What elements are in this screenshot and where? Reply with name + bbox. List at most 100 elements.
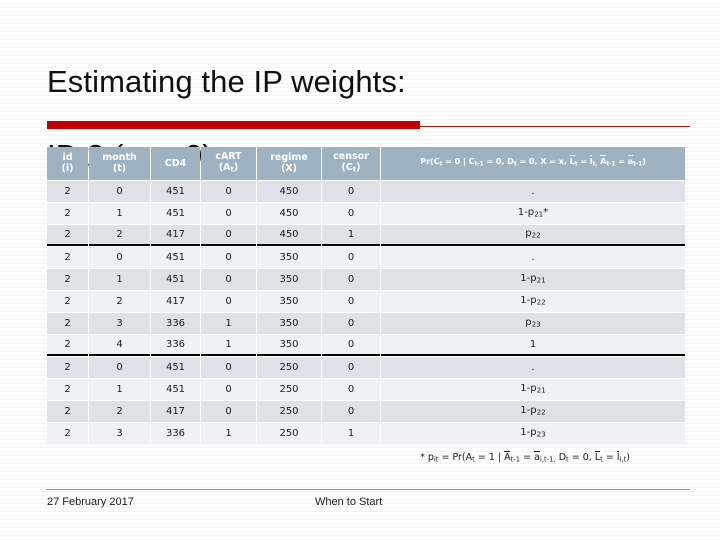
column-header-regime: regime (X) bbox=[257, 147, 321, 180]
cell-id: 2 bbox=[47, 268, 88, 290]
cell-censor: 0 bbox=[322, 378, 380, 400]
cell-censor: 0 bbox=[322, 202, 380, 224]
cell-censor: 0 bbox=[322, 356, 380, 378]
cell-censoring-probability: 1-p22 bbox=[381, 400, 685, 422]
cell-month: 4 bbox=[89, 334, 150, 356]
cell-cart: 0 bbox=[201, 224, 256, 246]
cell-id: 2 bbox=[47, 334, 88, 356]
table-row: 2 4 336 1 350 0 1 bbox=[47, 334, 685, 356]
cell-cd4: 451 bbox=[151, 246, 200, 268]
cell-censor: 1 bbox=[322, 224, 380, 246]
cell-cart: 0 bbox=[201, 246, 256, 268]
cell-cart: 0 bbox=[201, 400, 256, 422]
table-row: 2 2 417 0 350 0 1-p22 bbox=[47, 290, 685, 312]
table-row: 2 1 451 0 250 0 1-p21 bbox=[47, 378, 685, 400]
table-row: 2 1 451 0 350 0 1-p21 bbox=[47, 268, 685, 290]
cell-censor: 0 bbox=[322, 400, 380, 422]
cell-censoring-probability: 1-p21* bbox=[381, 202, 685, 224]
cell-month: 3 bbox=[89, 422, 150, 444]
cell-cd4: 451 bbox=[151, 378, 200, 400]
cell-id: 2 bbox=[47, 312, 88, 334]
cell-cd4: 451 bbox=[151, 268, 200, 290]
cell-cd4: 451 bbox=[151, 202, 200, 224]
cell-cart: 0 bbox=[201, 356, 256, 378]
cell-censor: 0 bbox=[322, 268, 380, 290]
cell-cd4: 417 bbox=[151, 224, 200, 246]
cell-id: 2 bbox=[47, 202, 88, 224]
cell-month: 1 bbox=[89, 378, 150, 400]
cell-cart: 0 bbox=[201, 378, 256, 400]
cell-regime: 450 bbox=[257, 224, 321, 246]
title-underline-accent bbox=[47, 121, 420, 129]
cell-regime: 450 bbox=[257, 180, 321, 202]
table-row: 2 1 451 0 450 0 1-p21* bbox=[47, 202, 685, 224]
table-row: 2 2 417 0 450 1 p22 bbox=[47, 224, 685, 246]
footnote: * pit = Pr(At = 1 | At-1 = ai,t-1, Dt = … bbox=[420, 451, 630, 464]
table-row: 2 0 451 0 450 0. bbox=[47, 180, 685, 202]
title-line-1: Estimating the IP weights: bbox=[47, 64, 406, 99]
cell-regime: 250 bbox=[257, 356, 321, 378]
cell-regime: 250 bbox=[257, 378, 321, 400]
cell-regime: 350 bbox=[257, 312, 321, 334]
cell-censoring-probability: 1 bbox=[381, 334, 685, 356]
cell-cd4: 417 bbox=[151, 290, 200, 312]
cell-censor: 0 bbox=[322, 312, 380, 334]
cell-censoring-probability: . bbox=[381, 356, 685, 378]
cell-cd4: 417 bbox=[151, 400, 200, 422]
cell-censor: 0 bbox=[322, 290, 380, 312]
cell-censoring-probability: 1-p21 bbox=[381, 268, 685, 290]
column-header-cd4: CD4 bbox=[151, 147, 200, 180]
cell-censor: 1 bbox=[322, 422, 380, 444]
column-header-censoring-probability: Pr(Ct = 0 | Ct-1 = 0, Dt = 0, X = x, Lt … bbox=[381, 147, 685, 180]
cell-id: 2 bbox=[47, 290, 88, 312]
cell-censoring-probability: p23 bbox=[381, 312, 685, 334]
cell-cd4: 336 bbox=[151, 422, 200, 444]
table-row: 2 0 451 0 350 0. bbox=[47, 246, 685, 268]
cell-month: 1 bbox=[89, 202, 150, 224]
table-body: 2 0 451 0 450 0. 2 1 451 0 450 0 1-p21* 2 2 417 0 450 1 p22… bbox=[47, 180, 685, 444]
table-header-row: id (i) month (t) CD4 cART (At) regime (X) bbox=[47, 147, 685, 180]
cell-cart: 1 bbox=[201, 422, 256, 444]
cell-month: 0 bbox=[89, 356, 150, 378]
cell-regime: 350 bbox=[257, 290, 321, 312]
column-header-cart: cART (At) bbox=[201, 147, 256, 180]
cell-cd4: 336 bbox=[151, 334, 200, 356]
cell-cart: 0 bbox=[201, 290, 256, 312]
column-header-month: month (t) bbox=[89, 147, 150, 180]
cell-censoring-probability: 1-p23 bbox=[381, 422, 685, 444]
cell-month: 1 bbox=[89, 268, 150, 290]
cell-censor: 0 bbox=[322, 334, 380, 356]
cell-cart: 0 bbox=[201, 268, 256, 290]
cell-month: 3 bbox=[89, 312, 150, 334]
cell-regime: 250 bbox=[257, 400, 321, 422]
cell-id: 2 bbox=[47, 422, 88, 444]
cell-cart: 1 bbox=[201, 334, 256, 356]
cell-id: 2 bbox=[47, 224, 88, 246]
cell-regime: 250 bbox=[257, 422, 321, 444]
cell-regime: 450 bbox=[257, 202, 321, 224]
cell-censor: 0 bbox=[322, 246, 380, 268]
cell-month: 2 bbox=[89, 290, 150, 312]
column-header-censor: censor (Ct) bbox=[322, 147, 380, 180]
cell-censor: 0 bbox=[322, 180, 380, 202]
cell-month: 0 bbox=[89, 180, 150, 202]
cell-id: 2 bbox=[47, 180, 88, 202]
table-row: 2 0 451 0 250 0. bbox=[47, 356, 685, 378]
cell-id: 2 bbox=[47, 378, 88, 400]
cell-censoring-probability: 1-p21 bbox=[381, 378, 685, 400]
cell-cd4: 336 bbox=[151, 312, 200, 334]
column-header-id: id (i) bbox=[47, 147, 88, 180]
data-table-container: id (i) month (t) CD4 cART (At) regime (X) bbox=[46, 146, 685, 445]
footer-divider bbox=[46, 489, 690, 490]
cell-regime: 350 bbox=[257, 334, 321, 356]
cell-regime: 350 bbox=[257, 268, 321, 290]
cell-cd4: 451 bbox=[151, 356, 200, 378]
cell-id: 2 bbox=[47, 246, 88, 268]
cell-regime: 350 bbox=[257, 246, 321, 268]
cell-cd4: 451 bbox=[151, 180, 200, 202]
cell-id: 2 bbox=[47, 356, 88, 378]
footer-date: 27 February 2017 bbox=[47, 496, 134, 508]
cell-censoring-probability: p22 bbox=[381, 224, 685, 246]
data-table: id (i) month (t) CD4 cART (At) regime (X) bbox=[46, 146, 686, 445]
table-row: 2 2 417 0 250 0 1-p22 bbox=[47, 400, 685, 422]
